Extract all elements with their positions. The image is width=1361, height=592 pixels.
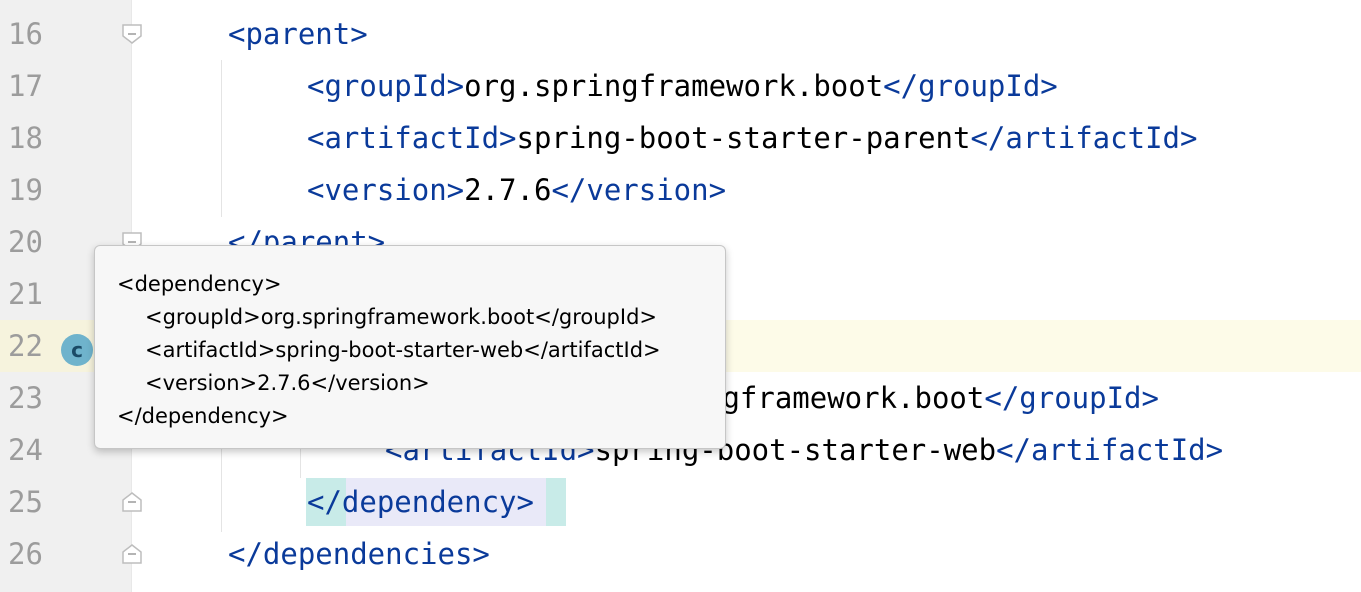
xml-text: ngframework.boot (705, 381, 985, 415)
xml-tag: </dependency> (307, 485, 534, 519)
line-number: 22 (8, 329, 43, 363)
code-text: </dependencies> (228, 528, 490, 580)
fold-marker-icon[interactable] (121, 491, 143, 513)
code-text: <groupId>org.springframework.boot</group… (307, 60, 1058, 112)
xml-tag: </groupId> (883, 69, 1058, 103)
tooltip-line: <dependency> (117, 272, 282, 296)
code-text: ngframework.boot</groupId> (705, 372, 1159, 424)
tooltip-line: <groupId>org.springframework.boot</group… (145, 305, 658, 329)
line-number: 17 (8, 69, 43, 103)
line-number: 19 (8, 173, 43, 207)
line-number: 18 (8, 121, 43, 155)
line-number: 25 (8, 485, 43, 519)
code-text: <artifactId>spring-boot-starter-parent</… (307, 112, 1197, 164)
xml-tag: </artifactId> (970, 121, 1198, 155)
code-line[interactable]: 25 </dependency> (0, 476, 1361, 528)
xml-text: spring-boot-starter-parent (516, 121, 971, 155)
tooltip-line: <version>2.7.6</version> (145, 371, 430, 395)
code-line[interactable]: 16 <parent> (0, 8, 1361, 60)
tooltip-line: <artifactId>spring-boot-starter-web</art… (145, 338, 661, 362)
xml-tag: </artifactId> (996, 433, 1224, 467)
xml-tag: <parent> (228, 17, 368, 51)
line-number: 24 (8, 433, 43, 467)
xml-text: 2.7.6 (464, 173, 552, 207)
spring-bean-icon[interactable]: c (60, 333, 94, 367)
xml-tag: <artifactId> (307, 121, 517, 155)
spring-bean-icon-letter: c (71, 338, 83, 362)
xml-tag: </dependencies> (228, 537, 490, 571)
tooltip-line: </dependency> (117, 404, 289, 428)
code-text: <parent> (228, 8, 368, 60)
code-line[interactable]: 19 <version>2.7.6</version> (0, 164, 1361, 216)
fold-marker-icon[interactable] (121, 23, 143, 45)
line-number: 20 (8, 225, 43, 259)
xml-tag: </version> (551, 173, 727, 207)
line-number: 21 (8, 277, 43, 311)
fold-marker-icon[interactable] (121, 543, 143, 565)
matching-brace-highlight (546, 478, 566, 526)
code-line[interactable]: 18 <artifactId>spring-boot-starter-parent… (0, 112, 1361, 164)
xml-text: org.springframework.boot (464, 69, 884, 103)
code-text: </dependency> (307, 476, 534, 528)
xml-tag: <groupId> (307, 69, 465, 103)
line-number: 16 (8, 17, 43, 51)
xml-tag: <version> (307, 173, 465, 207)
xml-tag: </groupId> (984, 381, 1159, 415)
line-number: 23 (8, 381, 43, 415)
code-line[interactable]: 17 <groupId>org.springframework.boot</gro… (0, 60, 1361, 112)
dependency-preview-tooltip: <dependency> <groupId>org.springframewor… (94, 245, 726, 449)
code-line[interactable]: 26 </dependencies> (0, 528, 1361, 580)
line-number: 26 (8, 537, 43, 571)
code-text: <version>2.7.6</version> (307, 164, 726, 216)
